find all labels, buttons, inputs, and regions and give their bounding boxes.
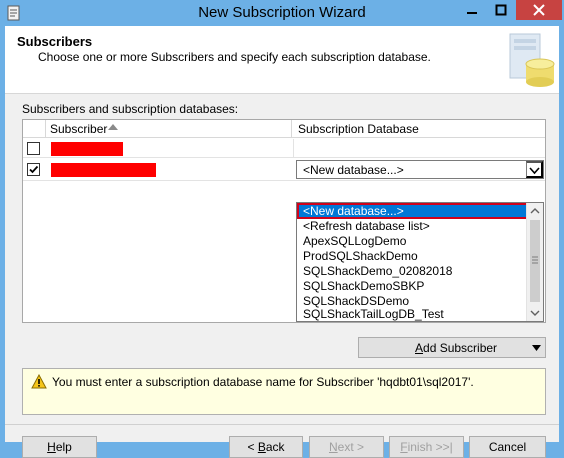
warning-icon — [31, 374, 47, 389]
subscriber-column-label: Subscriber — [50, 122, 108, 136]
subscriber-checkbox[interactable] — [27, 142, 40, 155]
redacted-subscriber-name — [51, 163, 156, 177]
title-bar[interactable]: New Subscription Wizard — [0, 0, 564, 26]
chevron-up-icon — [530, 208, 540, 214]
wizard-body: Subscribers Choose one or more Subscribe… — [5, 26, 559, 458]
add-subscriber-button[interactable]: Add Subscriber — [358, 337, 546, 358]
dropdown-option[interactable]: SQLShackDSDemo — [298, 294, 527, 308]
chevron-down-icon — [529, 167, 540, 175]
database-dropdown-list[interactable]: <New database...> <Refresh database list… — [296, 202, 544, 322]
validation-message-text: You must enter a subscription database n… — [52, 375, 474, 389]
caret-down-icon — [532, 345, 541, 351]
subscribers-grid[interactable]: Subscriber Subscription Database <New da… — [22, 119, 546, 323]
checkmark-icon — [29, 165, 39, 174]
select-column-header[interactable] — [23, 120, 46, 138]
database-column-header[interactable]: Subscription Database — [293, 120, 545, 138]
finish-button[interactable]: Finish >>| — [389, 436, 464, 458]
sort-ascending-icon — [108, 124, 118, 130]
dropdown-option[interactable]: SQLShackTailLogDB_Test — [298, 307, 527, 321]
wizard-header: Subscribers Choose one or more Subscribe… — [5, 26, 559, 94]
close-button[interactable] — [516, 0, 562, 20]
combobox-dropdown-button[interactable] — [526, 161, 543, 178]
subscriber-column-header[interactable]: Subscriber — [46, 120, 292, 138]
add-subscriber-label: Add Subscriber — [415, 341, 498, 355]
scroll-up-button[interactable] — [527, 203, 543, 219]
close-icon — [533, 4, 545, 16]
dropdown-option[interactable]: ApexSQLLogDemo — [298, 234, 527, 248]
maximize-icon — [495, 4, 506, 16]
scroll-thumb[interactable] — [530, 220, 540, 302]
table-row[interactable] — [23, 139, 545, 158]
grid-header: Subscriber Subscription Database — [23, 120, 545, 138]
next-button[interactable]: Next > — [309, 436, 384, 458]
maximize-button[interactable] — [487, 0, 514, 20]
combobox-value: <New database...> — [303, 163, 404, 177]
grip-icon — [532, 256, 538, 264]
footer-divider — [5, 424, 559, 425]
database-server-icon — [509, 33, 555, 87]
scroll-down-button[interactable] — [527, 305, 543, 321]
page-subtitle: Choose one or more Subscribers and speci… — [38, 50, 431, 64]
minimize-button[interactable] — [458, 0, 485, 20]
redacted-subscriber-name — [51, 142, 123, 156]
wizard-window: New Subscription Wizard Subscribers Choo… — [0, 0, 564, 458]
chevron-down-icon — [530, 310, 540, 316]
subscribers-list-caption: Subscribers and subscription databases: — [22, 102, 239, 116]
cancel-button[interactable]: Cancel — [469, 436, 546, 458]
subscriber-checkbox[interactable] — [27, 163, 40, 176]
back-button[interactable]: < Back — [229, 436, 303, 458]
dropdown-option-refresh[interactable]: <Refresh database list> — [298, 219, 527, 233]
database-column-label: Subscription Database — [298, 122, 419, 136]
dropdown-option[interactable]: SQLShackDemoSBKP — [298, 279, 527, 293]
minimize-icon — [466, 12, 477, 14]
dropdown-option-new-database[interactable]: <New database...> — [297, 203, 528, 219]
table-row[interactable]: <New database...> — [23, 159, 545, 181]
page-title: Subscribers — [17, 34, 93, 49]
help-button[interactable]: Help — [22, 436, 97, 458]
subscription-database-combobox[interactable]: <New database...> — [296, 160, 544, 179]
dropdown-scrollbar[interactable] — [526, 203, 543, 321]
dropdown-option[interactable]: SQLShackDemo_02082018 — [298, 264, 527, 278]
dropdown-option[interactable]: ProdSQLShackDemo — [298, 249, 527, 263]
database-cell[interactable] — [293, 139, 545, 158]
validation-message-panel: You must enter a subscription database n… — [22, 368, 546, 415]
